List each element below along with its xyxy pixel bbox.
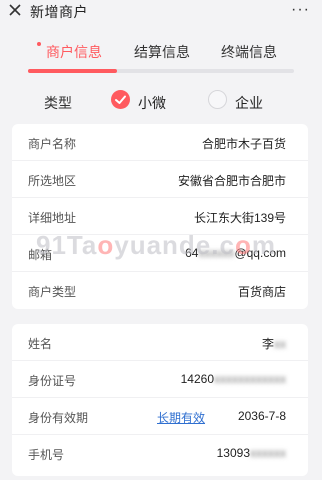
id-validity-date[interactable]: 2036-7-8: [238, 409, 286, 423]
merchant-name-value: 合肥市木子百货: [201, 137, 286, 151]
phone-value: 13093xxxxxx: [217, 446, 286, 460]
more-icon[interactable]: ···: [291, 1, 310, 19]
long-term-valid-link[interactable]: 长期有效: [157, 409, 205, 426]
tab-settlement-info[interactable]: 结算信息: [134, 42, 190, 62]
radio-micro[interactable]: [111, 90, 130, 109]
row-region[interactable]: 所选地区 安徽省合肥市合肥市: [12, 161, 308, 198]
name-label: 姓名: [28, 337, 53, 351]
phone-start: 13093: [216, 446, 250, 460]
phone-label: 手机号: [28, 448, 65, 462]
merchant-type-value: 百货商店: [237, 285, 286, 299]
merchant-info-card: 商户名称 合肥市木子百货 所选地区 安徽省合肥市合肥市 详细地址 长江东大街13…: [12, 124, 308, 309]
merchant-name-label: 商户名称: [28, 137, 77, 151]
type-label: 类型: [44, 95, 72, 111]
radio-micro-label[interactable]: 小微: [138, 93, 166, 113]
row-merchant-name[interactable]: 商户名称 合肥市木子百货: [12, 124, 308, 161]
radio-enterprise[interactable]: [208, 90, 227, 109]
phone-masked: xxxxxx: [250, 446, 286, 460]
email-label: 邮箱: [28, 248, 53, 262]
close-icon[interactable]: [8, 3, 22, 17]
address-value: 长江东大街139号: [193, 211, 286, 225]
top-bar: 新增商户 ···: [0, 0, 322, 22]
address-label: 详细地址: [28, 211, 77, 225]
row-email[interactable]: 邮箱 64xxxxxx@qq.com: [12, 235, 308, 272]
id-number-masked: xxxxxxxxxxxx: [214, 372, 286, 386]
checkmark-icon: [115, 95, 126, 104]
name-start: 李: [261, 337, 274, 351]
tab-terminal-info[interactable]: 终端信息: [221, 42, 277, 62]
row-id-validity[interactable]: 身份有效期 长期有效 2036-7-8: [12, 398, 308, 435]
progress-fill: [28, 69, 117, 73]
name-masked: xx: [274, 337, 286, 351]
row-merchant-type[interactable]: 商户类型 百货商店: [12, 272, 308, 309]
email-masked: xxxxxx: [198, 246, 235, 260]
region-label: 所选地区: [28, 174, 77, 188]
app-root: 新增商户 ··· 商户信息 结算信息 终端信息 类型 小微 企业 商户名称 合肥…: [0, 0, 322, 480]
id-validity-label: 身份有效期: [28, 411, 89, 425]
region-value: 安徽省合肥市合肥市: [177, 174, 286, 188]
row-name[interactable]: 姓名 李xx: [12, 324, 308, 361]
id-number-value: 14260xxxxxxxxxxxx: [181, 372, 286, 386]
active-tab-dot: [37, 42, 41, 46]
type-selector: 类型 小微 企业: [0, 88, 322, 114]
email-value: 64xxxxxx@qq.com: [185, 246, 286, 260]
email-domain: @qq.com: [234, 246, 286, 260]
row-phone[interactable]: 手机号 13093xxxxxx: [12, 435, 308, 472]
row-id-number[interactable]: 身份证号 14260xxxxxxxxxxxx: [12, 361, 308, 398]
page-title: 新增商户: [30, 4, 88, 20]
row-address[interactable]: 详细地址 长江东大街139号: [12, 198, 308, 235]
id-number-start: 14260: [180, 372, 214, 386]
name-value: 李xx: [262, 335, 286, 352]
identity-card: 姓名 李xx 身份证号 14260xxxxxxxxxxxx 身份有效期 长期有效…: [12, 324, 308, 476]
radio-enterprise-label[interactable]: 企业: [235, 93, 263, 113]
tab-merchant-info[interactable]: 商户信息: [46, 42, 102, 62]
email-prefix: 64: [185, 246, 199, 260]
id-number-label: 身份证号: [28, 374, 77, 388]
tab-bar: 商户信息 结算信息 终端信息: [28, 38, 294, 78]
merchant-type-label: 商户类型: [28, 285, 77, 299]
